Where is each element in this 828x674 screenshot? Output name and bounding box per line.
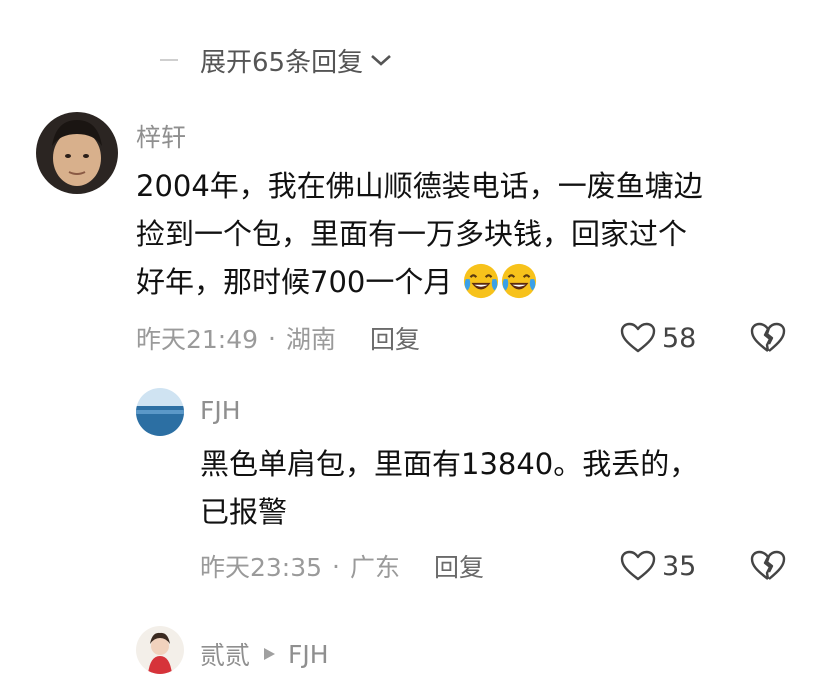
comment-text: 2004年，我在佛山顺德装电话，一废鱼塘边 捡到一个包，里面有一万多块钱，回家过…: [136, 162, 816, 306]
broken-heart-icon: [750, 550, 786, 580]
comment-text-line: 好年，那时候700一个月: [136, 258, 816, 306]
avatar[interactable]: [136, 626, 184, 674]
like-count: 58: [662, 322, 697, 354]
avatar-photo: [36, 112, 118, 194]
comment-location: 广东: [350, 553, 401, 582]
like-count: 35: [662, 550, 697, 582]
reply-to-name[interactable]: FJH: [288, 640, 329, 669]
avatar-photo: [136, 388, 184, 436]
laughing-crying-emoji-icon: [463, 263, 498, 299]
comment-time: 昨天23:35: [200, 553, 323, 582]
like-button[interactable]: 58: [620, 320, 696, 356]
avatar[interactable]: [136, 388, 184, 436]
separator-dot: ·: [332, 551, 340, 581]
comment-text-line: 已报警: [200, 495, 288, 529]
dislike-button[interactable]: [750, 322, 786, 358]
heart-icon: [620, 550, 656, 581]
commenter-name[interactable]: FJH: [200, 396, 241, 425]
divider-dash: [160, 59, 178, 61]
reply-header: 贰贰 FJH: [200, 636, 329, 672]
broken-heart-icon: [750, 322, 786, 352]
comment-text-line: 捡到一个包，里面有一万多块钱，回家过个: [136, 217, 688, 251]
commenter-name[interactable]: 梓轩: [136, 118, 186, 154]
separator-dot: ·: [268, 323, 276, 353]
comment-time: 昨天21:49: [136, 325, 259, 354]
expand-replies-button[interactable]: 展开65条回复: [160, 40, 393, 80]
avatar[interactable]: [36, 112, 118, 194]
reply-button[interactable]: 回复: [434, 548, 484, 584]
heart-icon: [620, 322, 656, 353]
comment-text: 黑色单肩包，里面有13840。我丢的， 已报警: [200, 440, 800, 536]
expand-replies-label: 展开65条回复: [200, 47, 364, 78]
comment-text-line: 2004年，我在佛山顺德装电话，一废鱼塘边: [136, 169, 703, 203]
like-button[interactable]: 35: [620, 548, 696, 584]
comment-location: 湖南: [286, 325, 337, 354]
commenter-name[interactable]: 贰贰: [200, 636, 250, 672]
dislike-button[interactable]: [750, 550, 786, 586]
reply-button[interactable]: 回复: [370, 320, 420, 356]
chevron-down-icon: [371, 55, 391, 66]
comment-meta: 昨天21:49 · 湖南 回复: [136, 320, 420, 356]
comment-meta: 昨天23:35 · 广东 回复: [200, 548, 484, 584]
comment-text-line: 黑色单肩包，里面有13840。我丢的，: [200, 447, 699, 481]
avatar-photo: [136, 626, 184, 674]
play-arrow-icon: [264, 648, 276, 660]
laughing-crying-emoji-icon: [501, 263, 536, 299]
